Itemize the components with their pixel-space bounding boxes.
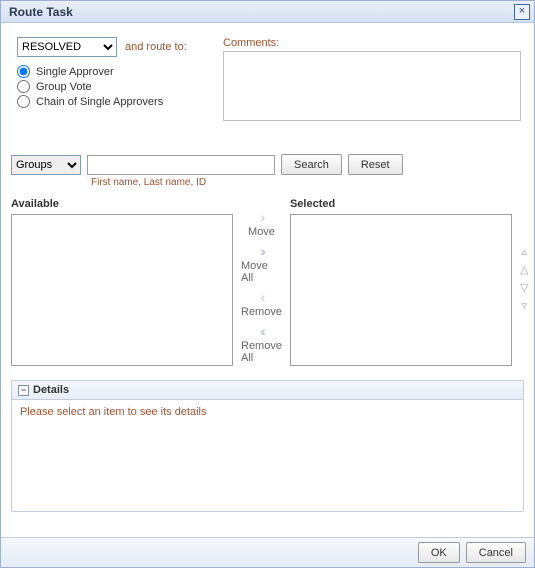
collapse-icon[interactable]: −: [18, 385, 29, 396]
search-hint: First name, Last name, ID: [91, 177, 524, 188]
search-input[interactable]: [87, 155, 275, 175]
ok-button[interactable]: OK: [418, 542, 460, 563]
radio-group-vote-input[interactable]: [17, 80, 30, 93]
comments-textarea[interactable]: [223, 51, 521, 121]
available-label: Available: [11, 198, 233, 210]
search-button[interactable]: Search: [281, 154, 342, 175]
radio-single-approver-input[interactable]: [17, 65, 30, 78]
chevron-right-icon: ›: [261, 210, 263, 224]
remove-label: Remove: [241, 306, 282, 318]
search-row: Groups Search Reset: [11, 154, 524, 175]
move-controls: › Move ›› Move All ‹ Remove ‹‹ Remove Al…: [241, 198, 282, 364]
chevron-left-icon: ‹: [261, 290, 263, 304]
radio-group-vote-label: Group Vote: [36, 81, 92, 93]
move-bottom-icon[interactable]: ▿: [521, 300, 527, 312]
move-up-icon[interactable]: △: [520, 264, 528, 276]
reset-button[interactable]: Reset: [348, 154, 403, 175]
move-all-button[interactable]: ›› Move All: [241, 244, 282, 284]
comments-label: Comments:: [223, 37, 524, 49]
reorder-controls: ▵ △ ▽ ▿: [520, 198, 528, 312]
and-route-to-label: and route to:: [125, 41, 187, 53]
titlebar: Route Task ×: [1, 1, 534, 23]
move-top-icon[interactable]: ▵: [521, 246, 527, 258]
comments-column: Comments:: [223, 37, 524, 124]
status-select[interactable]: RESOLVED: [17, 37, 117, 57]
footer: OK Cancel: [1, 537, 534, 567]
radio-chain[interactable]: Chain of Single Approvers: [17, 95, 205, 108]
route-task-dialog: Route Task × RESOLVED and route to: Sing…: [0, 0, 535, 568]
route-mode-radios: Single Approver Group Vote Chain of Sing…: [17, 65, 205, 108]
selected-column: Selected: [290, 198, 512, 366]
details-panel: − Details Please select an item to see i…: [11, 380, 524, 512]
shuttle: Available › Move ›› Move All ‹ Remove ‹‹: [11, 198, 524, 366]
content-area: RESOLVED and route to: Single Approver G…: [1, 23, 534, 518]
available-list[interactable]: [11, 214, 233, 366]
selected-label: Selected: [290, 198, 512, 210]
double-chevron-left-icon: ‹‹: [260, 324, 263, 338]
radio-single-approver[interactable]: Single Approver: [17, 65, 205, 78]
remove-all-label: Remove All: [241, 340, 282, 364]
radio-chain-input[interactable]: [17, 95, 30, 108]
remove-all-button[interactable]: ‹‹ Remove All: [241, 324, 282, 364]
double-chevron-right-icon: ››: [260, 244, 263, 258]
dialog-title: Route Task: [9, 5, 514, 19]
close-icon[interactable]: ×: [514, 4, 530, 20]
available-column: Available: [11, 198, 233, 366]
cancel-button[interactable]: Cancel: [466, 542, 526, 563]
radio-single-approver-label: Single Approver: [36, 66, 114, 78]
details-body: Please select an item to see its details: [12, 400, 523, 424]
scope-select[interactable]: Groups: [11, 155, 81, 175]
details-header: − Details: [12, 381, 523, 400]
top-row: RESOLVED and route to: Single Approver G…: [11, 37, 524, 124]
move-down-icon[interactable]: ▽: [520, 282, 528, 294]
move-button[interactable]: › Move: [248, 210, 275, 238]
radio-chain-label: Chain of Single Approvers: [36, 96, 163, 108]
move-label: Move: [248, 226, 275, 238]
move-all-label: Move All: [241, 260, 282, 284]
selected-list[interactable]: [290, 214, 512, 366]
details-title: Details: [33, 384, 69, 396]
radio-group-vote[interactable]: Group Vote: [17, 80, 205, 93]
route-config-column: RESOLVED and route to: Single Approver G…: [11, 37, 205, 110]
remove-button[interactable]: ‹ Remove: [241, 290, 282, 318]
